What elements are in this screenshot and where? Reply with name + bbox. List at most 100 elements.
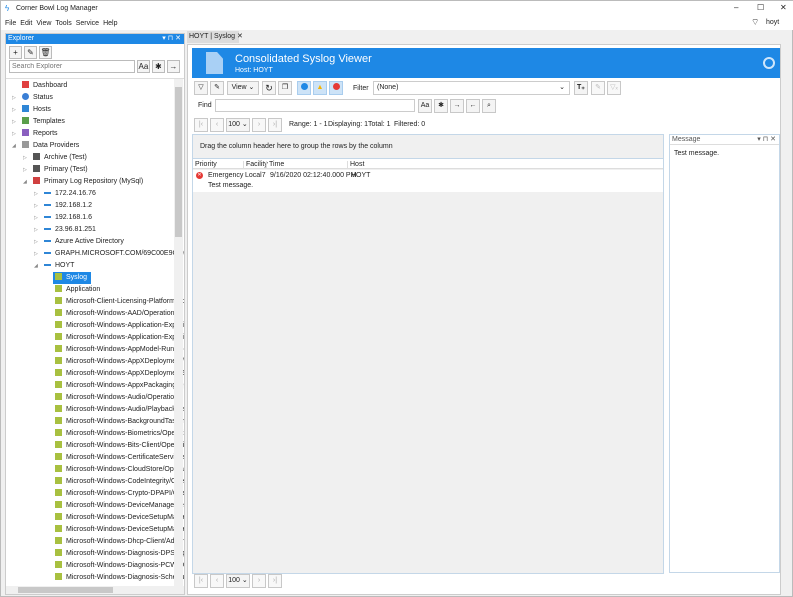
column-host[interactable]: Host — [347, 161, 364, 168]
next-page-button[interactable]: › — [252, 118, 266, 132]
warning-filter-toggle[interactable]: ▲ — [313, 81, 327, 95]
expand-toggle-icon[interactable]: ◢ — [12, 140, 16, 152]
expand-toggle-icon[interactable]: ▷ — [12, 128, 16, 140]
user-name[interactable]: hoyt — [766, 19, 779, 26]
expand-toggle-icon[interactable]: ▷ — [12, 92, 16, 104]
tree-item[interactable]: ▷ Primary (Test) — [23, 164, 88, 176]
menu-help[interactable]: Help — [103, 17, 117, 30]
expand-toggle-icon[interactable]: ▷ — [34, 224, 38, 236]
error-filter-toggle[interactable] — [329, 81, 343, 95]
tab-close-icon[interactable]: ✕ — [237, 33, 243, 40]
filter-select[interactable]: (None) ⌄ — [373, 81, 570, 95]
tree-item[interactable]: Microsoft-Windows-Diagnosis-PCW/Opera — [55, 560, 184, 572]
previous-page-button[interactable]: ‹ — [210, 118, 224, 132]
menu-service[interactable]: Service — [76, 17, 99, 30]
tree-item[interactable]: Microsoft-Windows-Bits-Client/Operationa — [55, 440, 184, 452]
match-case-button[interactable]: Aa — [136, 60, 150, 73]
find-match-case-button[interactable]: Aa — [418, 99, 432, 113]
tree-item[interactable]: Microsoft-Windows-Crypto-DPAPI/Operati — [55, 488, 184, 500]
expand-toggle-icon[interactable]: ▷ — [23, 152, 27, 164]
tree-item[interactable]: Microsoft-Windows-DeviceManagement-E — [55, 500, 184, 512]
clear-filter-button[interactable]: ▽ₓ — [607, 81, 621, 95]
tree-item[interactable]: Application — [55, 284, 100, 296]
expand-toggle-icon[interactable]: ▷ — [34, 188, 38, 200]
last-page-button[interactable]: ›| — [268, 118, 282, 132]
page-size-select-bottom[interactable]: 100 ⌄ — [226, 574, 250, 588]
tree-vertical-scrollbar[interactable] — [174, 79, 183, 586]
tree-item[interactable]: ▷ Archive (Test) — [23, 152, 87, 164]
tree-item[interactable]: ▷ 192.168.1.6 — [34, 212, 92, 224]
page-size-select[interactable]: 100 ⌄ — [226, 118, 250, 132]
minimize-button[interactable]: – — [734, 3, 738, 12]
tree-item[interactable]: Microsoft-Windows-Diagnosis-DPS/Operat — [55, 548, 184, 560]
edit-filter-button[interactable]: ✎ — [591, 81, 605, 95]
tree-item[interactable]: Microsoft-Windows-Application-Experience — [55, 332, 184, 344]
tree-item[interactable]: ▷ GRAPH.MICROSOFT.COM/69C00E9C-9AC2-4E — [34, 248, 184, 260]
tree-item[interactable]: Microsoft-Client-Licensing-Platform/Admi… — [55, 296, 184, 308]
table-row[interactable]: ✕ Emergency Local7 9/16/2020 02:12:40.00… — [193, 170, 663, 192]
search-go-button[interactable]: → — [166, 60, 180, 73]
tree-horizontal-scrollbar[interactable] — [6, 586, 184, 594]
expand-toggle-icon[interactable]: ▷ — [12, 116, 16, 128]
tree-item[interactable]: Dashboard — [22, 80, 67, 92]
tab-hoyt-syslog[interactable]: HOYT | Syslog ✕ — [187, 31, 243, 43]
tree-item[interactable]: Microsoft-Windows-AppxPackaging/Opera — [55, 380, 184, 392]
column-time[interactable]: Time — [266, 161, 284, 168]
expand-toggle-icon[interactable]: ▷ — [23, 164, 27, 176]
last-page-button-bottom[interactable]: ›| — [268, 574, 282, 588]
add-button[interactable]: + — [9, 46, 22, 59]
copy-button[interactable]: ❐ — [278, 81, 292, 95]
expand-toggle-icon[interactable]: ▷ — [34, 212, 38, 224]
tree-item[interactable]: ▷ 192.168.1.2 — [34, 200, 92, 212]
panel-controls[interactable]: ▾ ⊓ ✕ — [757, 135, 776, 145]
tree-item[interactable]: Microsoft-Windows-Audio/Operational — [55, 392, 184, 404]
search-explorer-input[interactable] — [9, 60, 135, 73]
tree-item[interactable]: Microsoft-Windows-DeviceSetupManager/ — [55, 524, 184, 536]
expand-toggle-icon[interactable]: ▷ — [12, 104, 16, 116]
column-priority[interactable]: Priority — [195, 161, 217, 168]
tree-item[interactable]: ▷ Status — [12, 92, 53, 104]
tree-item[interactable]: ▷ 172.24.16.76 — [34, 188, 96, 200]
tree-item[interactable]: Microsoft-Windows-Audio/PlaybackManag — [55, 404, 184, 416]
edit-button[interactable]: ✎ — [23, 46, 37, 59]
previous-page-button-bottom[interactable]: ‹ — [210, 574, 224, 588]
tree-item[interactable]: ▷ 23.96.81.251 — [34, 224, 96, 236]
tree-item[interactable]: ▷ Reports — [12, 128, 58, 140]
tree-item[interactable]: Microsoft-Windows-AAD/Operational — [55, 308, 180, 320]
maximize-button[interactable]: ☐ — [757, 3, 764, 12]
column-facility[interactable]: Facility — [243, 161, 268, 168]
tree-item[interactable]: Microsoft-Windows-CodeIntegrity/Operati — [55, 476, 184, 488]
tree-item[interactable]: Microsoft-Windows-AppXDeploymentServ — [55, 368, 184, 380]
expand-toggle-icon[interactable]: ▷ — [34, 236, 38, 248]
tree-item[interactable]: Microsoft-Windows-CertificateServicesCli… — [55, 452, 184, 464]
delete-button[interactable]: 🗑 — [38, 46, 52, 59]
find-regex-button[interactable]: ✱ — [434, 99, 448, 113]
tree-item[interactable]: Microsoft-Windows-Application-Experience — [55, 320, 184, 332]
tree-item[interactable]: Microsoft-Windows-BackgroundTaskInfrast — [55, 416, 184, 428]
view-dropdown[interactable]: View ⌄ — [227, 81, 259, 95]
refresh-button[interactable]: ↻ — [262, 81, 276, 95]
edit-view-button[interactable]: ✎ — [210, 81, 224, 95]
next-page-button-bottom[interactable]: › — [252, 574, 266, 588]
find-search-button[interactable]: ⌕ — [482, 99, 496, 113]
tree-item[interactable]: ◢ HOYT — [34, 260, 74, 272]
find-previous-button[interactable]: ← — [466, 99, 480, 113]
menu-view[interactable]: View — [36, 17, 51, 30]
close-button[interactable]: ✕ — [780, 3, 787, 12]
expand-toggle-icon[interactable]: ▷ — [34, 248, 38, 260]
find-input[interactable] — [215, 99, 415, 112]
tree-item[interactable]: ▷ Hosts — [12, 104, 51, 116]
tree-item[interactable]: Microsoft-Windows-Biometrics/Operationa — [55, 428, 184, 440]
tree-item[interactable]: Microsoft-Windows-AppModel-Runtime/A — [55, 344, 184, 356]
tree-item[interactable]: Microsoft-Windows-CloudStore/Operation — [55, 464, 184, 476]
tree-item[interactable]: ◢ Data Providers — [12, 140, 79, 152]
menu-edit[interactable]: Edit — [20, 17, 32, 30]
expand-toggle-icon[interactable]: ◢ — [23, 176, 27, 188]
find-next-button[interactable]: → — [450, 99, 464, 113]
tree-item[interactable]: ▷ Azure Active Directory — [34, 236, 124, 248]
panel-controls[interactable]: ▾ ⊓ ✕ — [162, 34, 181, 44]
info-filter-toggle[interactable] — [297, 81, 311, 95]
tree-item[interactable]: Microsoft-Windows-DeviceSetupManager/ — [55, 512, 184, 524]
tree-item[interactable]: Microsoft-Windows-Diagnosis-Scheduled/ — [55, 572, 184, 584]
first-page-button[interactable]: |‹ — [194, 118, 208, 132]
